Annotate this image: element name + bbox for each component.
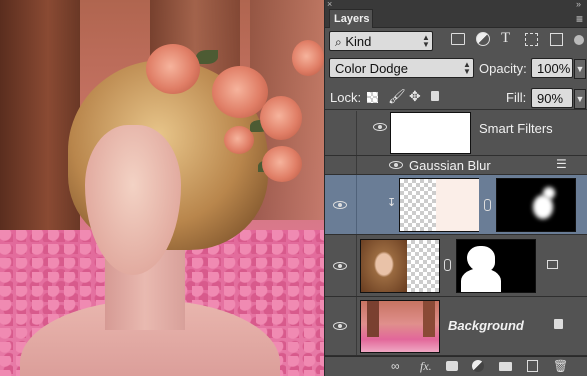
lock-icon — [554, 319, 563, 329]
lock-all-icon[interactable] — [431, 91, 439, 101]
link-icon[interactable] — [484, 199, 491, 211]
divider — [356, 235, 357, 296]
chevron-updown-icon: ▲ ▼ — [422, 33, 430, 49]
layer-thumbnail-fill — [436, 179, 479, 231]
layer-name: Gaussian Blur — [409, 158, 491, 173]
visibility-eye-icon[interactable] — [331, 259, 351, 273]
filter-kind-select[interactable]: ⌕ Kind ▲ ▼ — [329, 31, 433, 51]
panel-tab-bar: × » Layers ≡ — [325, 0, 587, 28]
layer-row-background[interactable]: Background — [325, 297, 587, 356]
shape-filter-icon[interactable] — [525, 33, 538, 46]
opacity-label: Opacity: — [479, 61, 527, 76]
clipping-arrow-icon: ↧ — [387, 197, 397, 209]
document-canvas[interactable] — [0, 0, 324, 376]
visibility-eye-icon[interactable] — [331, 319, 351, 333]
adjustment-filter-icon[interactable] — [476, 32, 490, 46]
smart-object-icon — [547, 260, 558, 269]
opacity-field[interactable]: 100% — [531, 58, 573, 78]
layer-row-filter[interactable]: Gaussian Blur ☰ — [325, 156, 587, 175]
thumbnail-trunk — [423, 301, 435, 337]
rose — [212, 66, 268, 118]
layers-panel: × » Layers ≡ ⌕ Kind ▲ ▼ T Color Dodge ▲ ▼ … — [324, 0, 587, 376]
filter-kind-label: Kind — [345, 34, 372, 49]
fill-slider-button[interactable]: ▼ — [574, 89, 586, 109]
divider — [356, 175, 357, 234]
rose — [146, 44, 200, 94]
add-mask-icon[interactable] — [446, 361, 458, 371]
visibility-eye-icon[interactable] — [371, 120, 391, 134]
lock-label: Lock: — [330, 90, 362, 105]
link-layers-icon[interactable]: ∞ — [391, 359, 400, 373]
tab-layers[interactable]: Layers — [329, 9, 373, 28]
blend-mode-select[interactable]: Color Dodge ▲ ▼ — [329, 58, 474, 78]
layer-mask-thumbnail[interactable] — [456, 239, 536, 293]
layer-row-smart-object[interactable] — [325, 235, 587, 297]
layer-name: Smart Filters — [479, 121, 553, 136]
delete-layer-icon[interactable]: 🗑 — [553, 359, 568, 373]
lock-transparent-pixels-icon[interactable] — [367, 92, 378, 103]
lock-fill-row: Lock: 🖌 ✥ Fill: 90% ▼ — [325, 86, 587, 110]
fill-value: 90% — [537, 91, 564, 106]
divider — [356, 297, 357, 355]
lock-position-icon[interactable]: ✥ — [409, 88, 421, 105]
divider — [356, 156, 357, 174]
rose — [262, 146, 302, 182]
layer-thumbnail[interactable] — [360, 300, 440, 353]
thumbnail-transparency — [407, 240, 439, 292]
chevron-updown-icon: ▲ ▼ — [463, 60, 471, 76]
divider — [356, 111, 357, 155]
rose — [224, 126, 254, 154]
layer-thumbnail[interactable] — [399, 178, 479, 232]
new-group-icon[interactable] — [499, 362, 512, 371]
collapse-icon[interactable]: » — [576, 0, 581, 9]
thumbnail-trunk — [367, 301, 379, 337]
layer-row-smart-filters[interactable]: Smart Filters — [325, 111, 587, 156]
blend-mode-value: Color Dodge — [335, 61, 408, 76]
opacity-slider-button[interactable]: ▼ — [574, 59, 586, 79]
fill-label: Fill: — [506, 90, 527, 105]
thumbnail-photo — [361, 240, 407, 292]
layer-mask-thumbnail[interactable] — [496, 178, 576, 232]
rose — [260, 96, 302, 140]
opacity-value: 100% — [537, 61, 571, 76]
mask-shape — [543, 187, 555, 199]
filter-toggle-icon[interactable] — [574, 35, 584, 45]
mask-shape — [461, 268, 501, 292]
visibility-eye-icon[interactable] — [331, 198, 351, 212]
tree-trunk — [0, 0, 80, 250]
smart-object-filter-icon[interactable] — [550, 33, 563, 46]
fill-field[interactable]: 90% — [531, 88, 573, 108]
link-icon[interactable] — [444, 259, 451, 271]
layer-thumbnail[interactable] — [360, 239, 440, 293]
blend-row: Color Dodge ▲ ▼ Opacity: 100% ▼ — [325, 58, 587, 80]
leaf — [196, 50, 218, 64]
image-filter-icon[interactable] — [451, 33, 465, 45]
layer-name: Background — [448, 318, 524, 333]
layer-row-clipped[interactable]: ↧ — [325, 175, 587, 235]
adjustment-layer-icon[interactable] — [472, 360, 484, 372]
filter-row: ⌕ Kind ▲ ▼ T — [325, 30, 587, 53]
filter-blending-options-icon[interactable]: ☰ — [556, 157, 567, 171]
rose — [292, 40, 324, 76]
search-icon: ⌕ — [335, 35, 342, 49]
type-filter-icon[interactable]: T — [501, 30, 510, 47]
panel-menu-icon[interactable]: ≡ — [576, 12, 583, 26]
smart-filter-mask-thumbnail[interactable] — [390, 112, 471, 154]
new-layer-icon[interactable] — [527, 360, 538, 372]
close-icon[interactable]: × — [327, 0, 332, 9]
fx-button[interactable]: fx. — [420, 359, 432, 374]
visibility-eye-icon[interactable] — [387, 158, 407, 172]
panel-footer: ∞ fx. 🗑 — [325, 356, 587, 376]
lock-image-pixels-icon[interactable]: 🖌 — [388, 88, 406, 105]
